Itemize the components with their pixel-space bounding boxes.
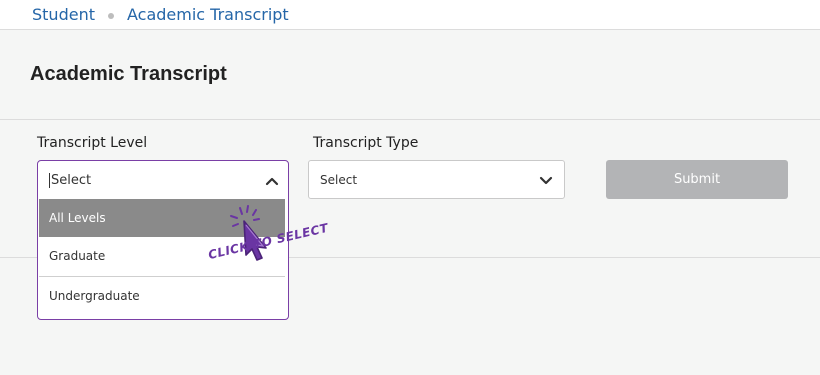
transcript-type-label: Transcript Type	[313, 135, 419, 151]
breadcrumb-student-link[interactable]: Student	[32, 5, 95, 24]
chevron-up-icon[interactable]	[265, 174, 279, 188]
breadcrumb-separator-dot	[107, 12, 114, 19]
option-undergraduate[interactable]: Undergraduate	[39, 277, 285, 315]
text-caret	[49, 172, 50, 188]
transcript-level-label: Transcript Level	[37, 135, 148, 151]
transcript-level-input[interactable]: Select	[38, 161, 288, 199]
transcript-type-select[interactable]: Select	[308, 160, 565, 199]
chevron-down-icon	[539, 176, 553, 185]
page-title: Academic Transcript	[30, 63, 227, 85]
breadcrumb-academic-transcript-link[interactable]: Academic Transcript	[127, 5, 289, 24]
breadcrumb: Student Academic Transcript	[0, 0, 820, 30]
transcript-level-value: Select	[51, 172, 92, 188]
section-divider-top	[0, 119, 820, 120]
submit-button[interactable]: Submit	[606, 160, 788, 199]
transcript-type-value: Select	[320, 172, 358, 187]
